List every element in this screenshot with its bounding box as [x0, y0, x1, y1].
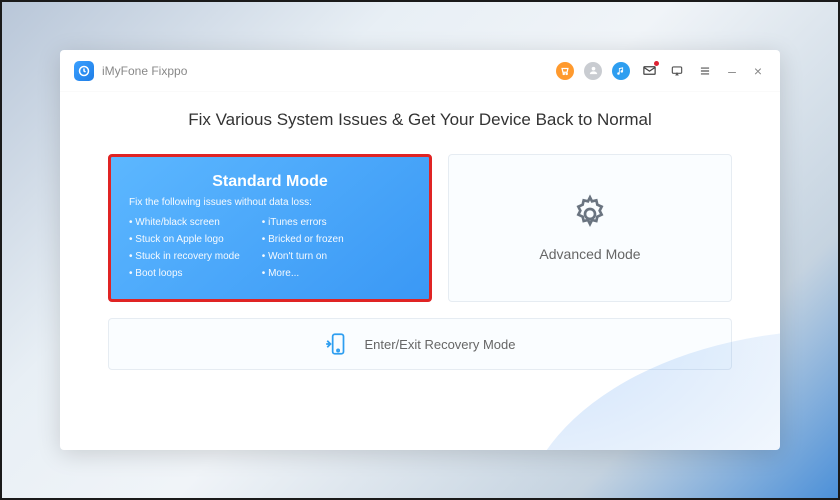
- mode-cards-row: Standard Mode Fix the following issues w…: [108, 154, 732, 302]
- list-item: Won't turn on: [262, 248, 344, 265]
- list-item: Stuck on Apple logo: [129, 231, 240, 248]
- list-item: White/black screen: [129, 214, 240, 231]
- recovery-mode-label: Enter/Exit Recovery Mode: [364, 337, 515, 352]
- app-name: iMyFone Fixppo: [102, 64, 187, 78]
- list-item: More...: [262, 265, 344, 282]
- standard-mode-subtitle: Fix the following issues without data lo…: [129, 197, 312, 208]
- titlebar-actions: – ×: [556, 62, 766, 80]
- mail-icon[interactable]: [640, 62, 658, 80]
- standard-mode-card[interactable]: Standard Mode Fix the following issues w…: [108, 154, 432, 302]
- main-content: Fix Various System Issues & Get Your Dev…: [60, 92, 780, 370]
- titlebar: iMyFone Fixppo – ×: [60, 50, 780, 92]
- app-logo-icon: [74, 61, 94, 81]
- user-icon[interactable]: [584, 62, 602, 80]
- advanced-mode-card[interactable]: Advanced Mode: [448, 154, 732, 302]
- logo-block: iMyFone Fixppo: [74, 61, 187, 81]
- feedback-icon[interactable]: [668, 62, 686, 80]
- standard-mode-list: White/black screen Stuck on Apple logo S…: [129, 214, 344, 282]
- standard-mode-title: Standard Mode: [129, 173, 411, 191]
- app-window: iMyFone Fixppo – ×: [60, 50, 780, 450]
- recovery-phone-icon: [324, 331, 350, 357]
- list-item: iTunes errors: [262, 214, 344, 231]
- cart-icon[interactable]: [556, 62, 574, 80]
- list-item: Boot loops: [129, 265, 240, 282]
- list-item: Bricked or frozen: [262, 231, 344, 248]
- page-heading: Fix Various System Issues & Get Your Dev…: [108, 110, 732, 130]
- minimize-button[interactable]: –: [724, 63, 740, 79]
- list-item: Stuck in recovery mode: [129, 248, 240, 265]
- close-button[interactable]: ×: [750, 63, 766, 79]
- recovery-mode-card[interactable]: Enter/Exit Recovery Mode: [108, 318, 732, 370]
- music-icon[interactable]: [612, 62, 630, 80]
- menu-icon[interactable]: [696, 62, 714, 80]
- gear-icon: [570, 194, 610, 234]
- advanced-mode-label: Advanced Mode: [539, 246, 640, 262]
